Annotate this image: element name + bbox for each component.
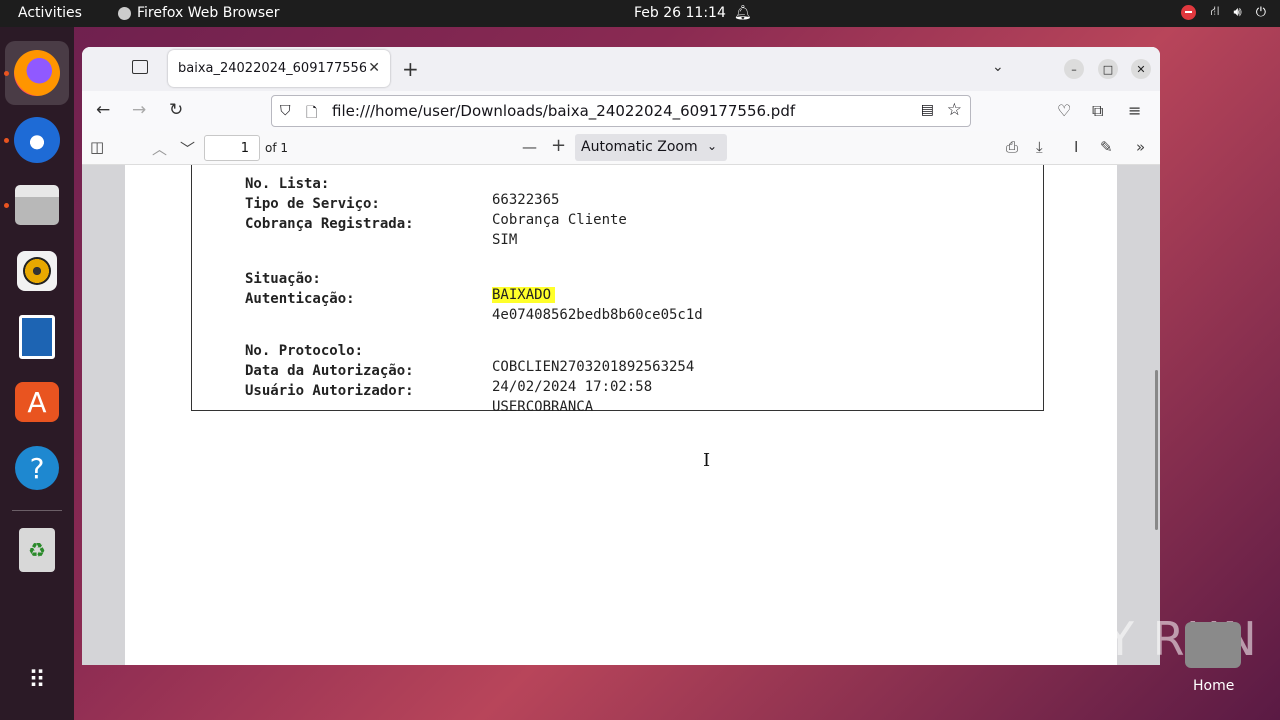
text-cursor-icon: I — [703, 450, 711, 471]
text-select-icon[interactable]: I — [1074, 138, 1078, 156]
reload-icon[interactable]: ↻ — [169, 100, 183, 120]
draw-icon[interactable]: ✎ — [1100, 138, 1113, 156]
row-label: Usuário Autorizador: — [245, 383, 414, 399]
power-icon: ⏻ — [1255, 5, 1266, 20]
new-tab-icon[interactable]: + — [402, 57, 419, 81]
home-folder-label[interactable]: Home — [1193, 678, 1234, 694]
forward-icon[interactable]: → — [132, 100, 146, 120]
dock-trash[interactable]: ♻ — [14, 527, 60, 573]
row-usuario-autorizador: Usuário Autorizador: USERCOBRANCA — [245, 367, 593, 431]
dock-app-center[interactable]: A — [14, 379, 60, 425]
firefox-window: baixa_24022024_609177556.pdf ✕ + ⌄ – □ ✕… — [82, 47, 1160, 665]
row-label: Autenticação: — [245, 291, 355, 307]
firefox-icon — [14, 50, 60, 96]
zoom-in-icon[interactable]: + — [551, 135, 566, 156]
close-window-icon[interactable]: ✕ — [1131, 59, 1151, 79]
shield-icon[interactable]: ⛉ — [280, 103, 291, 119]
bell-icon: 🔔︎ — [733, 5, 752, 21]
clock[interactable]: Feb 26 11:14 🔔︎ — [634, 5, 752, 21]
zoom-select-label: Automatic Zoom — [581, 139, 698, 155]
status-highlight: BAIXADO — [492, 287, 556, 303]
dock-running-dot — [4, 138, 9, 143]
trash-icon: ♻ — [19, 528, 55, 572]
row-value: 4e07408562bedb8b60ce05c1d — [492, 307, 703, 323]
row-value: 24/02/2024 17:02:58 — [492, 379, 653, 395]
tab-title: baixa_24022024_609177556.pdf — [178, 61, 366, 76]
sidebar-toggle-icon[interactable]: ◫ — [90, 138, 104, 156]
url-text[interactable]: file:///home/user/Downloads/baixa_240220… — [332, 102, 795, 120]
reader-view-icon[interactable]: ▤ — [921, 102, 934, 118]
tab-pdf[interactable]: baixa_24022024_609177556.pdf ✕ — [168, 50, 390, 87]
bookmark-star-icon[interactable]: ☆ — [947, 100, 962, 120]
dock-thunderbird[interactable] — [14, 117, 60, 163]
rhythmbox-icon — [17, 251, 57, 291]
chevron-down-icon: ⌄ — [706, 139, 717, 153]
network-icon: ⛙ — [1210, 4, 1220, 19]
maximize-icon[interactable]: □ — [1098, 59, 1118, 79]
pdf-page: No. Lista: 66322365 Tipo de Serviço: Cob… — [125, 165, 1117, 665]
previous-page-icon[interactable]: ︿ — [152, 138, 167, 159]
row-value: USERCOBRANCA — [492, 399, 594, 415]
tab-bar: baixa_24022024_609177556.pdf ✕ + ⌄ – □ ✕ — [82, 47, 1160, 91]
pocket-icon[interactable]: ♡ — [1057, 101, 1071, 120]
tools-menu-icon[interactable]: » — [1136, 138, 1145, 156]
system-tray[interactable]: ⛙ 🔊︎ ⏻ — [1181, 4, 1266, 21]
tab-list-icon[interactable] — [132, 60, 148, 74]
app-center-icon: A — [15, 382, 59, 422]
vertical-scrollbar[interactable] — [1155, 370, 1158, 530]
dock: A ? ♻ ⠿ — [0, 27, 74, 720]
clock-label: Feb 26 11:14 — [634, 5, 726, 21]
row-value: SIM — [492, 232, 518, 248]
dock-help[interactable]: ? — [14, 445, 60, 491]
page-icon: 🗋 — [306, 105, 318, 121]
print-icon[interactable]: ⎙ — [1006, 138, 1018, 156]
home-folder-icon[interactable] — [1185, 622, 1241, 668]
stop-recording-icon[interactable] — [1181, 5, 1197, 20]
top-bar: Activities Firefox Web Browser Feb 26 11… — [0, 0, 1280, 27]
pdf-toolbar: ◫ ︿ ﹀ 1 of 1 — + Automatic Zoom ⌄ ⎙ ⤓ I … — [82, 131, 1160, 165]
back-icon[interactable]: ← — [96, 100, 110, 120]
dock-running-dot — [4, 203, 9, 208]
dock-running-dot — [4, 71, 9, 76]
close-tab-icon[interactable]: ✕ — [368, 60, 380, 76]
url-bar[interactable]: ⛉ 🗋 file:///home/user/Downloads/baixa_24… — [271, 95, 971, 127]
zoom-out-icon[interactable]: — — [522, 138, 537, 156]
row-value: Cobrança Cliente — [492, 212, 627, 228]
document-box: No. Lista: 66322365 Tipo de Serviço: Cob… — [191, 165, 1044, 415]
volume-icon: 🔊︎ — [1233, 5, 1242, 20]
row-value: 66322365 — [492, 192, 560, 208]
show-apps-grid-icon[interactable]: ⠿ — [14, 657, 60, 703]
nav-bar: ← → ↻ ⛉ 🗋 file:///home/user/Downloads/ba… — [82, 91, 1160, 131]
thunderbird-icon — [14, 117, 60, 163]
extensions-icon[interactable]: ⧉ — [1092, 101, 1103, 121]
list-all-tabs-icon[interactable]: ⌄ — [992, 59, 1004, 75]
menu-icon[interactable]: ≡ — [1128, 101, 1141, 120]
activities-button[interactable]: Activities — [18, 5, 82, 21]
row-value: COBCLIEN2703201892563254 — [492, 359, 695, 375]
dock-libreoffice-writer[interactable] — [14, 314, 60, 360]
download-icon[interactable]: ⤓ — [1036, 138, 1043, 156]
pdf-viewport[interactable]: No. Lista: 66322365 Tipo de Serviço: Cob… — [82, 165, 1160, 665]
dock-files[interactable] — [14, 182, 60, 228]
app-menu[interactable]: Firefox Web Browser — [118, 5, 280, 21]
row-label: Cobrança Registrada: — [245, 216, 414, 232]
help-icon: ? — [15, 446, 59, 490]
dock-firefox[interactable] — [5, 41, 69, 105]
files-icon — [15, 185, 59, 225]
dock-separator — [12, 510, 62, 511]
app-name-label: Firefox Web Browser — [137, 5, 280, 21]
minimize-icon[interactable]: – — [1064, 59, 1084, 79]
zoom-select[interactable]: Automatic Zoom ⌄ — [575, 134, 727, 161]
page-number-input[interactable]: 1 — [204, 135, 260, 161]
dock-rhythmbox[interactable] — [14, 248, 60, 294]
writer-icon — [19, 315, 55, 359]
page-count-label: of 1 — [265, 141, 289, 155]
next-page-icon[interactable]: ﹀ — [180, 138, 195, 159]
firefox-small-icon — [118, 6, 131, 20]
